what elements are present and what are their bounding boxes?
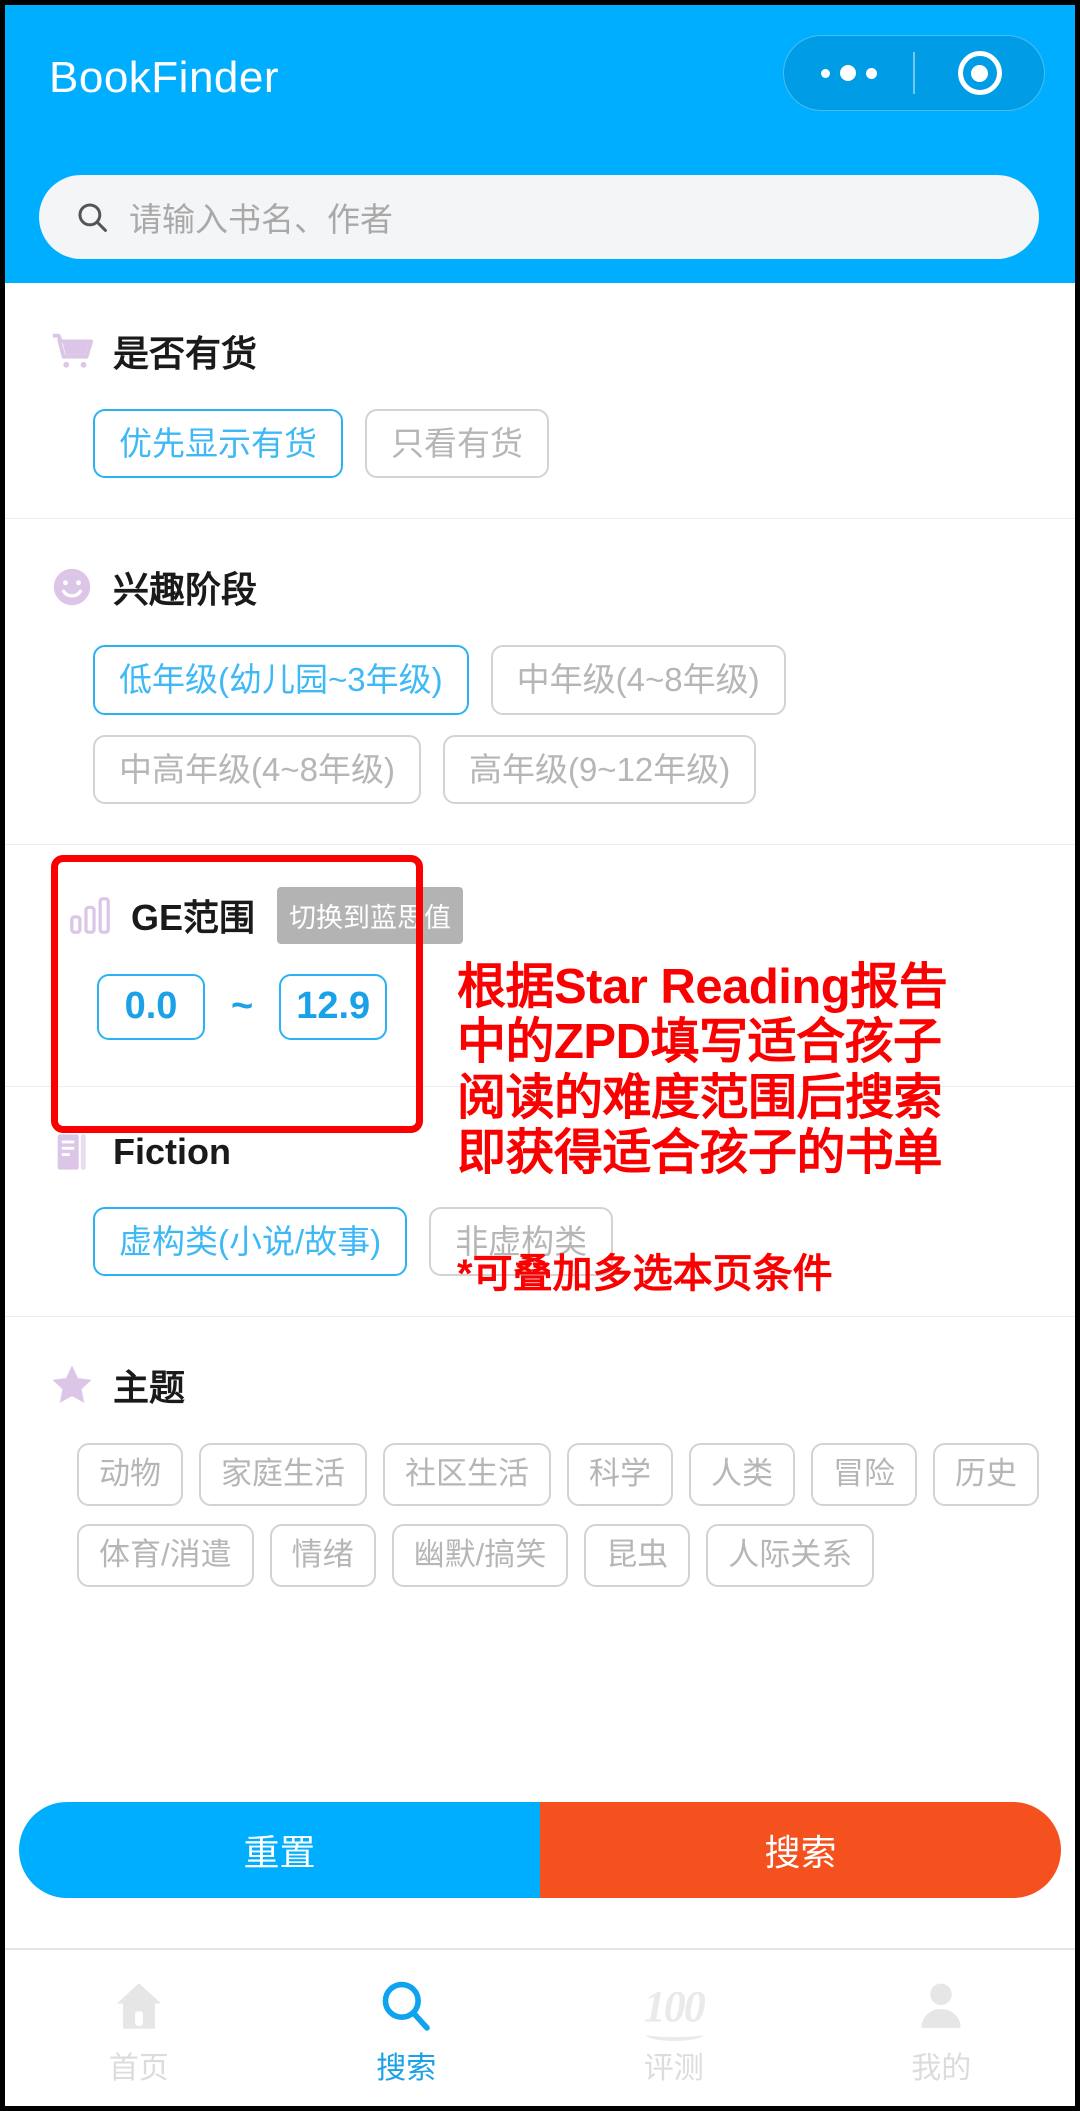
action-bar: 重置 搜索 [19,1802,1061,1898]
chip-theme-emotions[interactable]: 情绪 [269,1523,376,1587]
chip-theme-humor[interactable]: 幽默/搞笑 [391,1523,569,1587]
bar-chart-icon [70,897,110,935]
chip-theme-relationships[interactable]: 人际关系 [706,1523,875,1587]
section-theme: 主题 动物 家庭生活 社区生活 科学 人类 冒险 历史 体育/消遣 情绪 幽默/… [5,1317,1075,1627]
annotation-main-text: 根据Star Reading报告 中的ZPD填写适合孩子 阅读的难度范围后搜索 … [457,960,948,1181]
tab-search[interactable]: 搜索 [273,1950,541,2106]
section-title: 兴趣阶段 [113,569,258,611]
chip-stock-only[interactable]: 只看有货 [365,409,549,479]
chip-theme-humans[interactable]: 人类 [689,1443,795,1506]
switch-to-lexile-button[interactable]: 切换到蓝思值 [277,886,464,944]
search-button[interactable]: 搜索 [540,1802,1061,1898]
close-miniprogram-button[interactable] [915,36,1044,110]
section-title: 主题 [113,1367,186,1408]
section-title: 是否有货 [113,333,258,374]
bottom-tabbar: 首页 搜索 100 评测 我的 [5,1948,1075,2106]
more-dots-icon [820,65,877,81]
app-screen: BookFinder 请输入书名、作者 是否有货 优先显示有货 只看有货 兴趣阶… [0,0,1080,2111]
chip-theme-sports-leisure[interactable]: 体育/消遣 [77,1523,254,1587]
chip-group-interest-stage: 低年级(幼儿园~3年级) 中年级(4~8年级) 中高年级(4~8年级) 高年级(… [5,613,1075,844]
tab-label: 我的 [911,2052,972,2085]
chip-grade-middle[interactable]: 中年级(4~8年级) [490,645,786,715]
chip-theme-science[interactable]: 科学 [567,1443,673,1506]
ge-max-input[interactable]: 12.9 [279,973,388,1040]
home-icon [110,1975,168,2037]
miniprogram-capsule[interactable] [783,35,1045,111]
section-header: 主题 [5,1317,1075,1411]
search-icon [378,1975,434,2037]
smiley-icon [53,569,91,606]
section-header: 是否有货 [5,283,1075,377]
chip-theme-family-life[interactable]: 家庭生活 [199,1443,367,1506]
section-header: GE范围 切换到蓝思值 [5,845,1075,944]
cart-icon [52,333,94,368]
tab-assessment[interactable]: 100 评测 [540,1950,808,2106]
hundred-points-icon: 100 [643,1981,706,2041]
target-circle-icon [957,51,1002,95]
more-menu-button[interactable] [784,36,913,110]
chip-stock-priority[interactable]: 优先显示有货 [93,409,343,479]
search-input[interactable]: 请输入书名、作者 [129,193,393,241]
page-title: BookFinder [49,53,280,102]
chip-group-stock: 优先显示有货 只看有货 [5,377,1075,518]
chip-group-theme: 动物 家庭生活 社区生活 科学 人类 冒险 历史 体育/消遣 情绪 幽默/搞笑 … [5,1411,1075,1627]
tab-profile[interactable]: 我的 [808,1950,1076,2106]
annotation-note-text: *可叠加多选本页条件 [457,1252,833,1296]
section-interest-stage: 兴趣阶段 低年级(幼儿园~3年级) 中年级(4~8年级) 中高年级(4~8年级)… [5,519,1075,845]
section-title: GE范围 [131,897,256,939]
chip-grade-high[interactable]: 高年级(9~12年级) [442,734,757,804]
reset-button[interactable]: 重置 [19,1802,540,1898]
search-bar[interactable]: 请输入书名、作者 [39,175,1039,259]
chip-theme-insects[interactable]: 昆虫 [584,1523,691,1587]
star-icon [52,1365,92,1403]
chip-theme-history[interactable]: 历史 [933,1443,1039,1506]
section-header: 兴趣阶段 [5,519,1075,613]
chip-theme-community-life[interactable]: 社区生活 [383,1443,551,1506]
section-title: Fiction [113,1130,231,1172]
tab-label: 评测 [643,2052,704,2085]
chip-grade-lower[interactable]: 低年级(幼儿园~3年级) [93,645,469,715]
filter-content: 是否有货 优先显示有货 只看有货 兴趣阶段 低年级(幼儿园~3年级) 中年级(4… [5,283,1075,1627]
section-stock: 是否有货 优先显示有货 只看有货 [5,283,1075,520]
range-separator: ~ [231,985,254,1028]
tab-label: 首页 [108,2052,169,2085]
chip-theme-adventure[interactable]: 冒险 [811,1443,917,1506]
search-icon [78,203,107,232]
tab-home[interactable]: 首页 [5,1950,273,2106]
chip-grade-upper-middle[interactable]: 中高年级(4~8年级) [93,734,421,804]
chip-theme-animals[interactable]: 动物 [77,1443,183,1506]
ge-min-input[interactable]: 0.0 [97,973,205,1040]
app-header: BookFinder 请输入书名、作者 [5,5,1075,283]
person-icon [913,1975,969,2037]
tab-label: 搜索 [376,2052,437,2085]
book-icon [57,1134,86,1170]
chip-fiction[interactable]: 虚构类(小说/故事) [93,1206,408,1276]
